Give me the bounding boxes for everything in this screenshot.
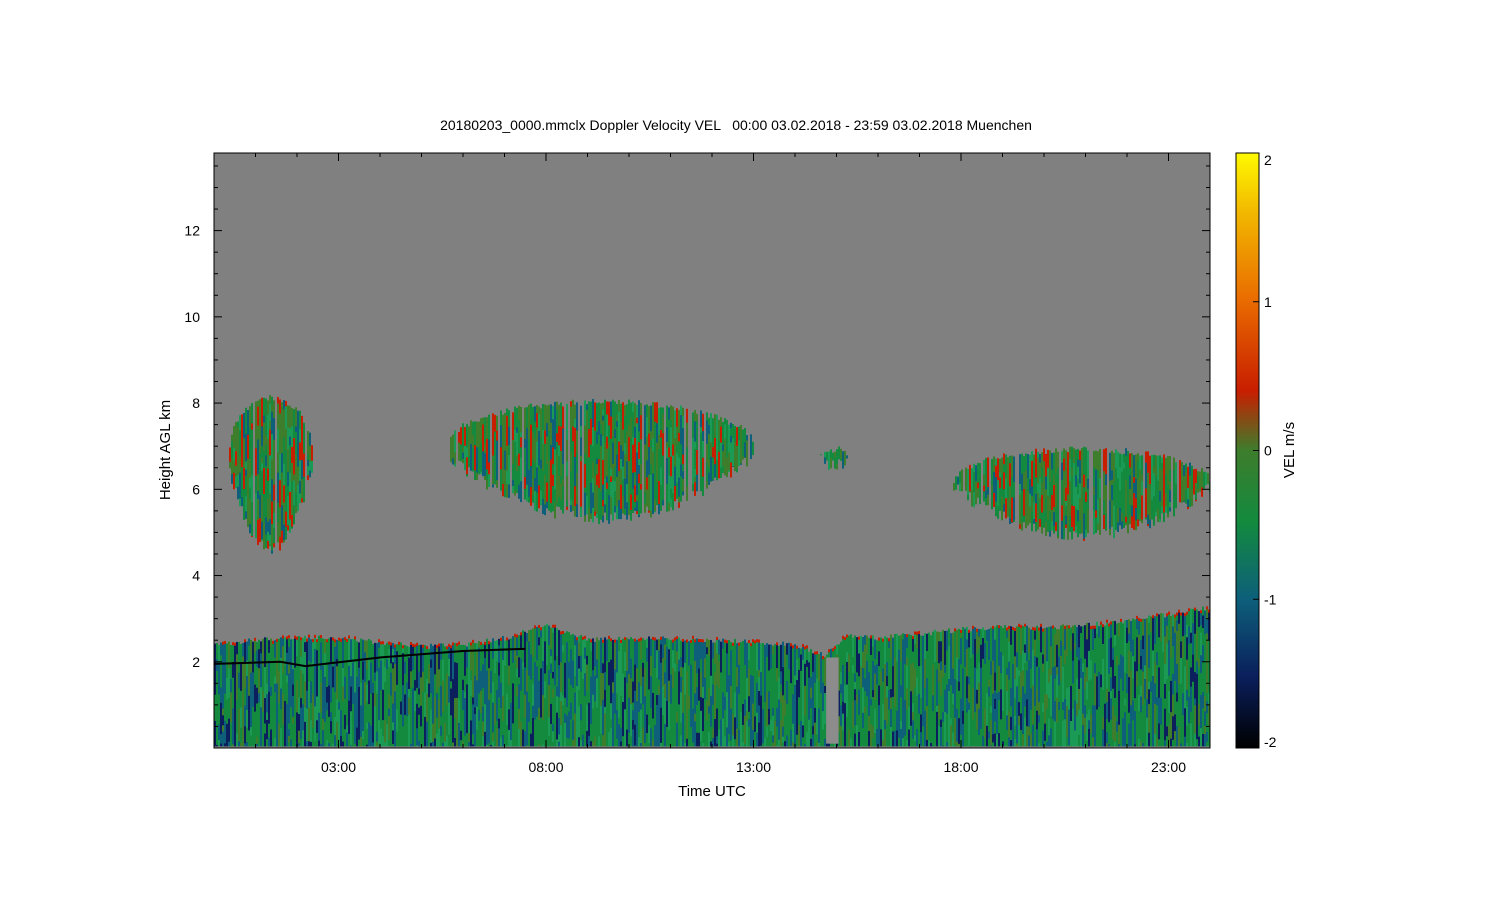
y-tick-label: 6 — [192, 481, 200, 497]
x-tick-label: 08:00 — [528, 759, 563, 775]
x-tick-label: 13:00 — [736, 759, 771, 775]
y-tick-label: 8 — [192, 395, 200, 411]
colorbar-tick-label: 1 — [1264, 294, 1272, 310]
x-tick-label: 23:00 — [1151, 759, 1186, 775]
colorbar-tick-label: 2 — [1264, 152, 1272, 168]
y-tick-label: 4 — [192, 568, 200, 584]
x-tick-label: 18:00 — [943, 759, 978, 775]
y-axis-label: Height AGL km — [157, 400, 174, 500]
x-tick-label: 03:00 — [321, 759, 356, 775]
doppler-velocity-chart: 20180203_0000.mmclx Doppler Velocity VEL… — [157, 117, 1298, 800]
chart-title: 20180203_0000.mmclx Doppler Velocity VEL… — [440, 117, 1032, 133]
y-tick-labels: 2 4 6 8 10 12 — [184, 223, 200, 670]
x-axis-label: Time UTC — [678, 783, 746, 800]
y-tick-label: 10 — [184, 309, 200, 325]
colorbar-tick-label: -2 — [1264, 734, 1277, 750]
y-tick-label: 2 — [192, 654, 200, 670]
x-tick-labels: 03:00 08:00 13:00 18:00 23:00 — [321, 759, 1186, 775]
colorbar-label: VEL m/s — [1281, 422, 1298, 478]
colorbar-tick-label: 0 — [1264, 443, 1272, 459]
colorbar-tick-label: -1 — [1264, 591, 1277, 607]
y-tick-label: 12 — [184, 223, 200, 239]
